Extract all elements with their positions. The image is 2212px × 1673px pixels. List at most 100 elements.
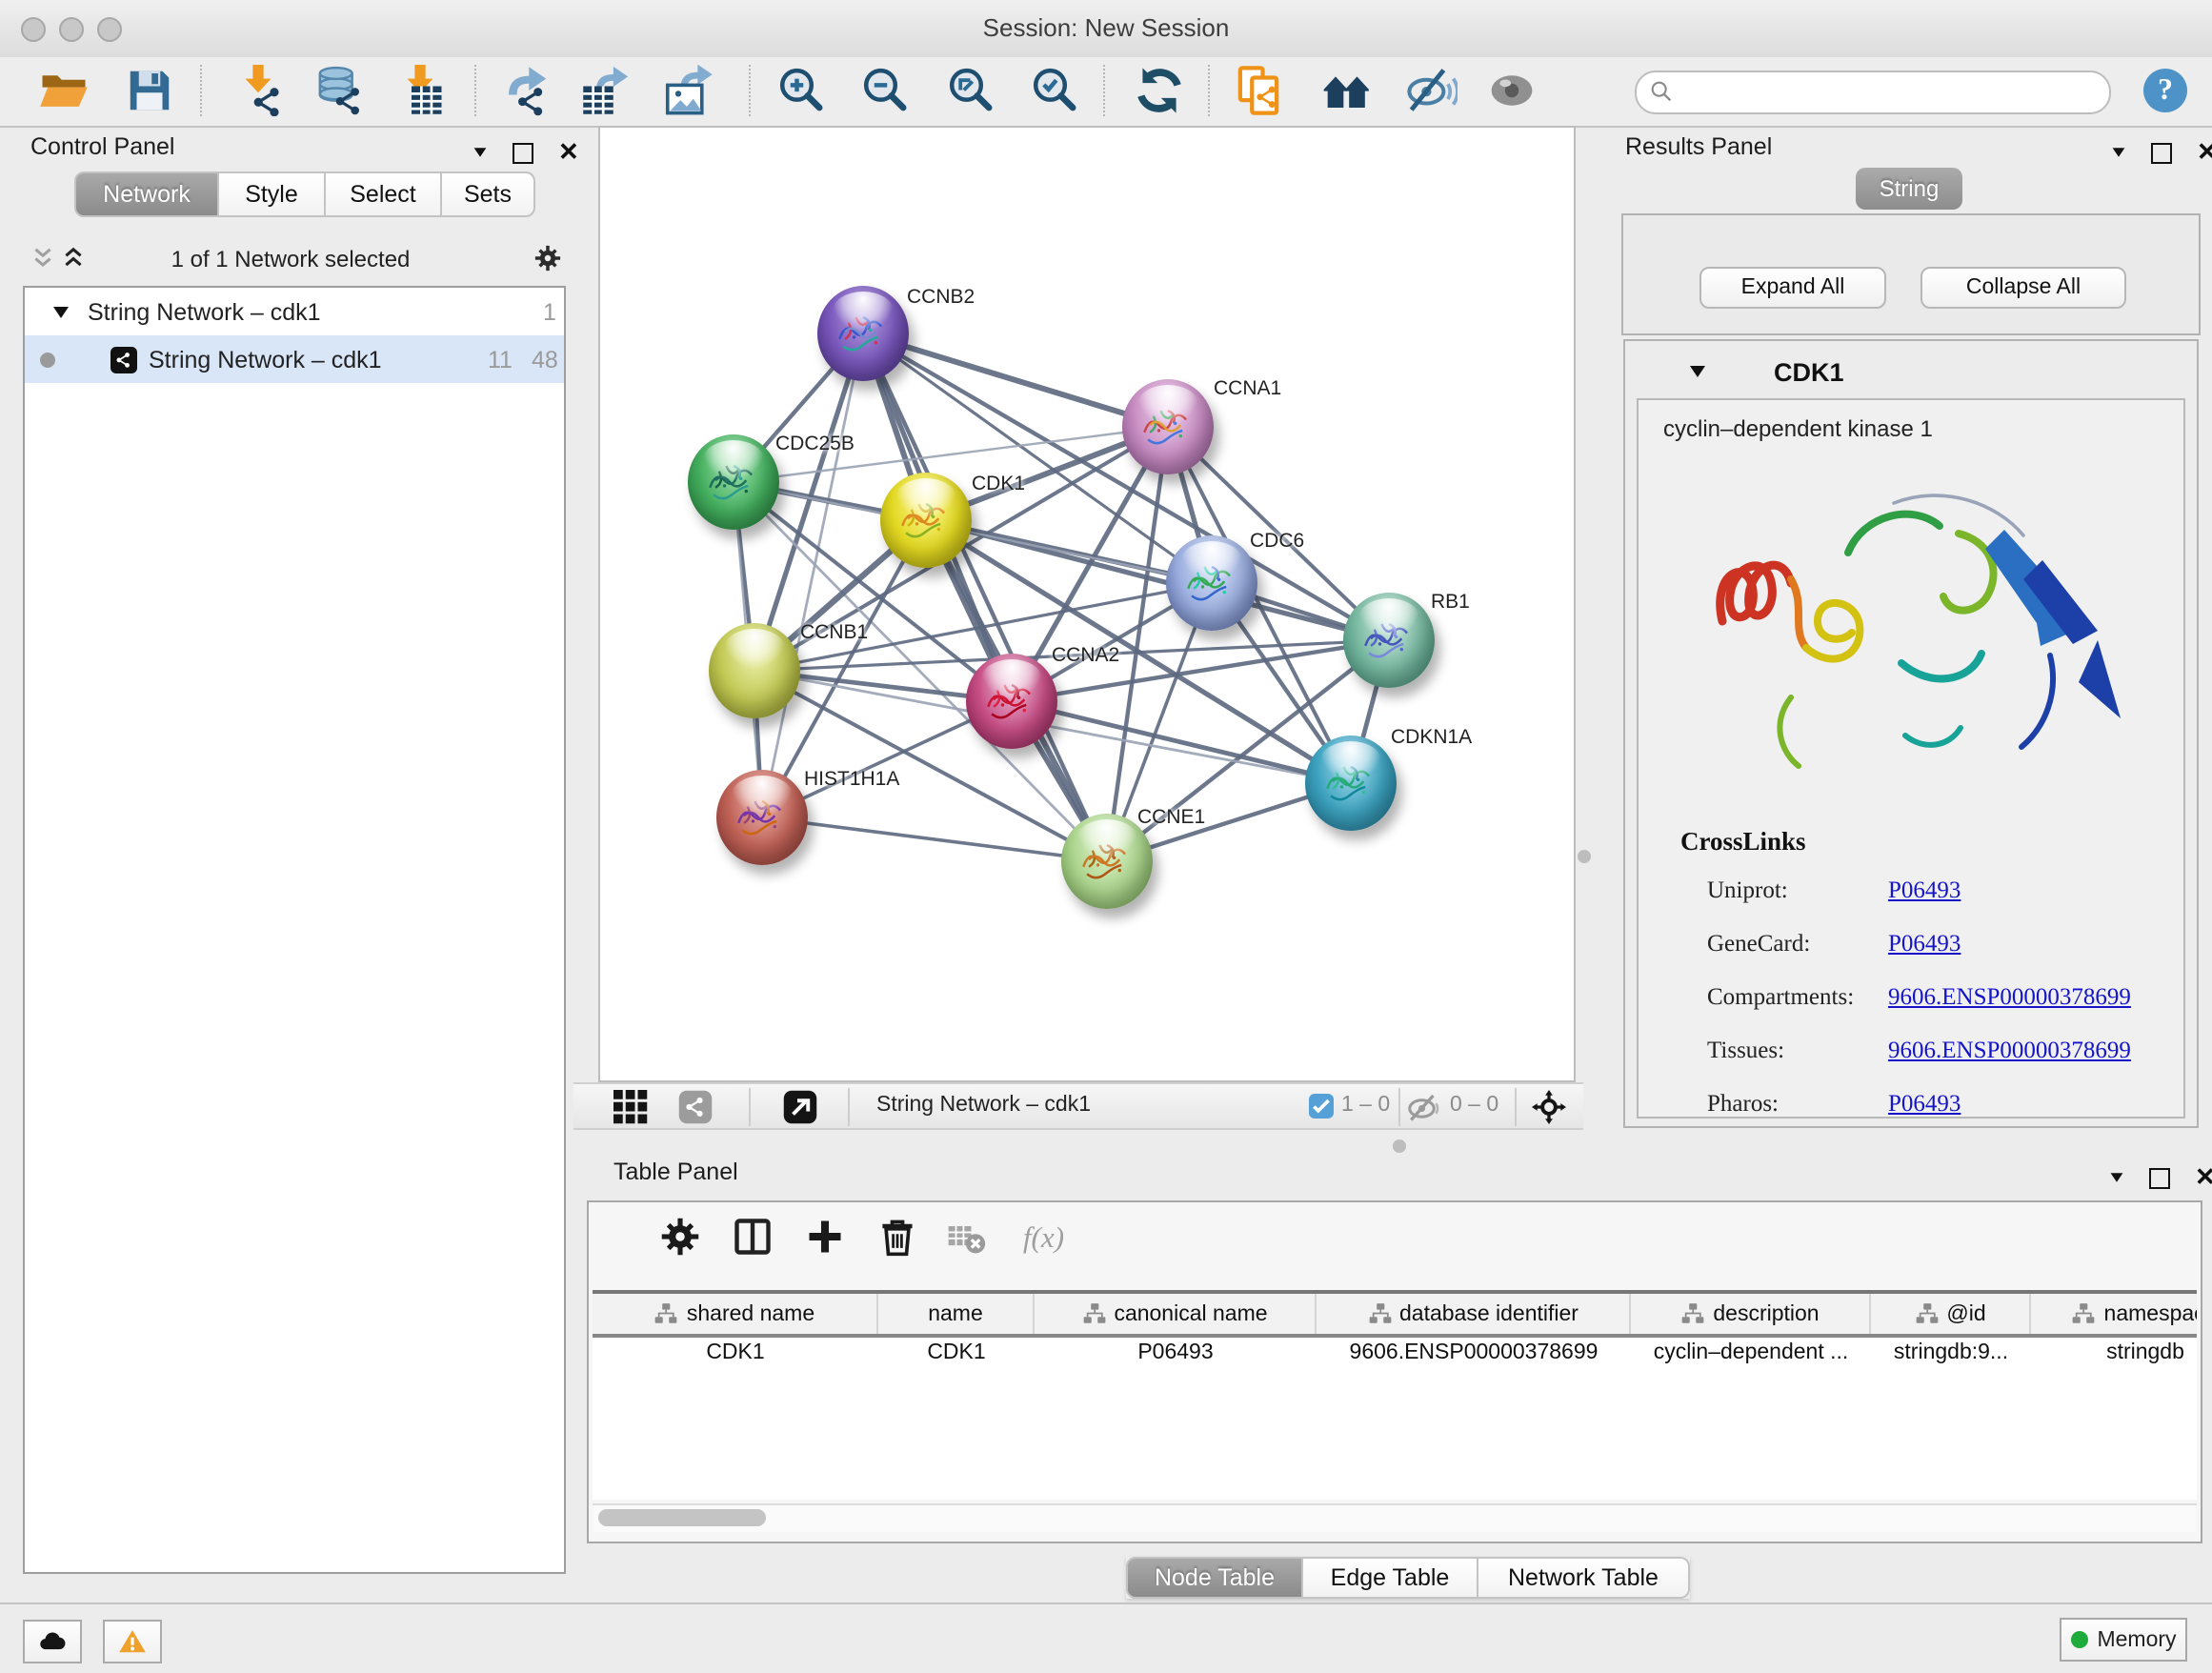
- plus-icon[interactable]: [804, 1216, 846, 1258]
- crosslink-link[interactable]: 9606.ENSP00000378699: [1888, 983, 2131, 1012]
- table-cell[interactable]: stringdb: [2031, 1341, 2197, 1380]
- column-header-description[interactable]: description: [1631, 1294, 1871, 1334]
- column-header-database-identifier[interactable]: database identifier: [1317, 1294, 1631, 1334]
- gene-section: CDK1 cyclin–dependent kinase 1 CrossLink…: [1623, 339, 2199, 1128]
- crosshair-icon[interactable]: [1532, 1090, 1566, 1124]
- refresh-icon[interactable]: [1134, 65, 1185, 116]
- help-icon[interactable]: ?: [2143, 69, 2187, 112]
- tab-node-table[interactable]: Node Table: [1126, 1557, 1303, 1599]
- crosslink-link[interactable]: P06493: [1888, 930, 1961, 958]
- tab-sets[interactable]: Sets: [442, 171, 535, 217]
- import-table-icon[interactable]: [394, 65, 446, 116]
- toolbar-separator: [200, 65, 202, 116]
- table-cell[interactable]: CDK1: [593, 1341, 878, 1380]
- zoom-in-icon[interactable]: [775, 65, 827, 116]
- warning-icon[interactable]: [103, 1620, 162, 1663]
- tab-string[interactable]: String: [1856, 168, 1962, 210]
- node-table: shared namenamecanonical namedatabase id…: [593, 1290, 2197, 1500]
- results-panel-menu-icon[interactable]: [2111, 141, 2126, 164]
- export-network-icon[interactable]: [501, 65, 553, 116]
- network-node-ccna2[interactable]: [966, 654, 1057, 749]
- table-panel-float-icon[interactable]: [2149, 1167, 2170, 1188]
- crosslink-link[interactable]: P06493: [1888, 877, 1961, 905]
- collection-expander-icon[interactable]: [53, 306, 69, 317]
- import-database-icon[interactable]: [312, 65, 364, 116]
- column-header-name[interactable]: name: [878, 1294, 1035, 1334]
- toolbar-separator: [1103, 65, 1105, 116]
- table-cell[interactable]: CDK1: [878, 1341, 1035, 1380]
- control-panel-close-icon[interactable]: ✕: [558, 137, 579, 168]
- network-node-ccna1[interactable]: [1122, 379, 1214, 474]
- export-table-icon[interactable]: [581, 65, 633, 116]
- trash-icon[interactable]: [876, 1216, 918, 1258]
- network-options-gear-icon[interactable]: [533, 244, 562, 272]
- network-node-hist1h1a[interactable]: [716, 770, 808, 865]
- collapse-gene-icon[interactable]: [1690, 366, 1705, 377]
- scrollbar-thumb[interactable]: [598, 1509, 766, 1526]
- save-session-icon[interactable]: [124, 65, 175, 116]
- expand-all-button[interactable]: Expand All: [1699, 267, 1886, 309]
- share-gray-icon[interactable]: [678, 1090, 713, 1124]
- tab-edge-table[interactable]: Edge Table: [1303, 1557, 1478, 1599]
- zoom-selected-icon[interactable]: [1029, 65, 1080, 116]
- grid-icon[interactable]: [613, 1090, 648, 1124]
- hidden-eye-small-icon[interactable]: [1406, 1090, 1440, 1124]
- table-panel-close-icon[interactable]: ✕: [2195, 1162, 2212, 1193]
- current-network-dot-icon: [40, 352, 55, 367]
- network-collection-row[interactable]: String Network – cdk1 1: [25, 288, 564, 335]
- copy-network-icon[interactable]: [1233, 65, 1284, 116]
- export-image-icon[interactable]: [661, 65, 713, 116]
- results-panel-title: Results Panel: [1625, 133, 1772, 160]
- tab-network[interactable]: Network: [74, 171, 219, 217]
- hide-selected-icon[interactable]: [1406, 65, 1458, 116]
- show-all-icon[interactable]: [1486, 65, 1538, 116]
- network-row-selected[interactable]: String Network – cdk1 11 48: [25, 335, 564, 383]
- network-node-cdc6[interactable]: [1166, 535, 1257, 631]
- network-canvas[interactable]: CCNB2CCNA1CDC25BCDK1CDC6RB1CCNB1CCNA2CDK…: [598, 126, 1576, 1082]
- column-header--id[interactable]: @id: [1871, 1294, 2031, 1334]
- network-node-cdkn1a[interactable]: [1305, 736, 1397, 831]
- import-network-icon[interactable]: [232, 65, 284, 116]
- birds-eye-icon[interactable]: [1318, 65, 1370, 116]
- table-gear-icon[interactable]: [659, 1216, 701, 1258]
- open-file-icon[interactable]: [38, 65, 90, 116]
- tab-select[interactable]: Select: [326, 171, 442, 217]
- selected-counts: 1 – 0: [1341, 1094, 1390, 1117]
- control-panel-float-icon[interactable]: [513, 142, 533, 163]
- crosslink-link[interactable]: P06493: [1888, 1090, 1961, 1119]
- table-row[interactable]: CDK1CDK1P064939606.ENSP00000378699cyclin…: [593, 1341, 2197, 1380]
- search-input[interactable]: [1635, 71, 2111, 114]
- column-header-shared-name[interactable]: shared name: [593, 1294, 878, 1334]
- memory-status-dot: [2070, 1631, 2087, 1648]
- tab-style[interactable]: Style: [219, 171, 326, 217]
- fx-icon[interactable]: f(x): [1021, 1216, 1063, 1258]
- table-cell[interactable]: P06493: [1035, 1341, 1317, 1380]
- delete-table-icon[interactable]: [945, 1216, 987, 1258]
- table-panel-menu-icon[interactable]: [2109, 1166, 2124, 1189]
- results-panel-float-icon[interactable]: [2151, 142, 2172, 163]
- crosslink-link[interactable]: 9606.ENSP00000378699: [1888, 1037, 2131, 1065]
- network-node-cdc25b[interactable]: [688, 434, 779, 530]
- columns-icon[interactable]: [732, 1216, 774, 1258]
- table-cell[interactable]: 9606.ENSP00000378699: [1317, 1341, 1631, 1380]
- zoom-out-icon[interactable]: [859, 65, 911, 116]
- table-cell[interactable]: cyclin–dependent ...: [1631, 1341, 1871, 1380]
- selected-nodes-checkbox[interactable]: [1309, 1094, 1334, 1119]
- network-node-rb1[interactable]: [1343, 593, 1435, 688]
- network-node-cdk1[interactable]: [880, 473, 972, 568]
- toolbar-separator: [749, 65, 751, 116]
- control-panel-menu-icon[interactable]: [473, 141, 488, 164]
- results-panel-close-icon[interactable]: ✕: [2197, 137, 2212, 168]
- tab-network-table[interactable]: Network Table: [1478, 1557, 1690, 1599]
- zoom-fit-icon[interactable]: [945, 65, 996, 116]
- column-header-namespace[interactable]: namespace: [2031, 1294, 2197, 1334]
- cloud-icon[interactable]: [23, 1620, 82, 1663]
- network-node-ccnb2[interactable]: [817, 286, 909, 381]
- external-link-icon[interactable]: [783, 1090, 817, 1124]
- table-cell[interactable]: stringdb:9...: [1871, 1341, 2031, 1380]
- network-node-ccnb1[interactable]: [709, 623, 800, 718]
- memory-button[interactable]: Memory: [2060, 1618, 2187, 1662]
- collapse-all-button[interactable]: Collapse All: [1920, 267, 2126, 309]
- table-horizontal-scrollbar[interactable]: [593, 1503, 2197, 1532]
- column-header-canonical-name[interactable]: canonical name: [1035, 1294, 1317, 1334]
